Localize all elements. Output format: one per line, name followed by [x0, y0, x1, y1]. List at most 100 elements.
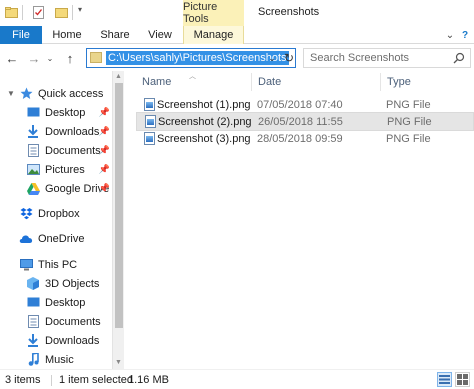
- arrow-up-icon[interactable]: ↑: [62, 49, 78, 67]
- desktop-icon: [26, 296, 40, 310]
- file-date: 26/05/2018 11:55: [258, 115, 343, 128]
- computer-icon: [19, 258, 33, 272]
- sidebar-item-pictures[interactable]: Pictures 📌: [0, 160, 112, 179]
- sidebar-item-desktop-pc[interactable]: Desktop: [0, 293, 112, 312]
- desktop-icon: [26, 106, 40, 120]
- documents-icon: [26, 315, 40, 329]
- tab-manage[interactable]: Manage: [183, 26, 244, 44]
- arrow-right-icon[interactable]: →: [26, 49, 42, 67]
- sidebar-item-this-pc[interactable]: This PC: [0, 255, 112, 274]
- tab-home[interactable]: Home: [46, 26, 88, 44]
- navigation-pane: ▼ Quick access Desktop 📌 Downloads 📌 Doc…: [0, 71, 124, 369]
- navigation-bar: ← → ⌄ ↑ C:\Users\sahly\Pictures\Screensh…: [0, 45, 474, 71]
- details-view-icon[interactable]: [437, 372, 452, 387]
- scroll-up-arrow-icon[interactable]: ▲: [115, 73, 122, 80]
- file-type: PNG File: [386, 132, 431, 145]
- sidebar-item-label: Downloads: [45, 334, 100, 347]
- help-icon[interactable]: ?: [460, 30, 470, 41]
- selection-size: 1.16 MB: [128, 374, 169, 386]
- sidebar-item-music[interactable]: Music: [0, 350, 112, 369]
- chevron-down-icon[interactable]: ⌄: [445, 30, 455, 41]
- file-name: Screenshot (3).png: [157, 132, 251, 145]
- sidebar-item-dropbox[interactable]: Dropbox: [0, 204, 112, 223]
- arrow-left-icon[interactable]: ←: [4, 49, 20, 67]
- sidebar-item-quick-access[interactable]: ▼ Quick access: [0, 84, 112, 103]
- pin-icon[interactable]: 📌: [99, 107, 110, 118]
- 3d-objects-icon: [26, 277, 40, 291]
- sidebar-item-label: Downloads: [45, 125, 100, 138]
- column-divider[interactable]: [380, 73, 381, 91]
- sidebar-item-label: OneDrive: [38, 232, 85, 245]
- sidebar-item-downloads[interactable]: Downloads 📌: [0, 122, 112, 141]
- png-file-icon: [144, 98, 155, 111]
- google-drive-icon: [26, 182, 40, 196]
- divider: [22, 5, 23, 20]
- sidebar-item-downloads-pc[interactable]: Downloads: [0, 331, 112, 350]
- chevron-down-icon[interactable]: ⌄: [265, 49, 279, 67]
- tab-share[interactable]: Share: [94, 26, 136, 44]
- music-icon: [26, 353, 40, 367]
- selection-status: 1 item selected: [59, 374, 133, 386]
- sidebar-item-label: Pictures: [45, 163, 85, 176]
- file-date: 07/05/2018 07:40: [257, 98, 343, 111]
- png-file-icon: [145, 115, 156, 128]
- pin-icon[interactable]: 📌: [99, 126, 110, 137]
- sidebar-item-label: Documents: [45, 144, 101, 157]
- sidebar-item-documents-pc[interactable]: Documents: [0, 312, 112, 331]
- file-name: Screenshot (2).png: [158, 115, 252, 128]
- tab-view[interactable]: View: [140, 26, 180, 44]
- sidebar-item-label: Dropbox: [38, 207, 80, 220]
- documents-icon: [26, 144, 40, 158]
- sidebar-item-label: This PC: [38, 258, 78, 271]
- search-icon[interactable]: [453, 52, 465, 64]
- refresh-icon[interactable]: ↻: [281, 49, 297, 67]
- divider: [72, 5, 73, 20]
- scroll-down-arrow-icon[interactable]: ▼: [115, 359, 122, 366]
- tab-file[interactable]: File: [0, 26, 42, 44]
- search-placeholder: Search Screenshots: [310, 52, 410, 64]
- png-file-icon: [144, 132, 155, 145]
- download-icon: [26, 334, 40, 348]
- properties-check-icon[interactable]: [32, 6, 45, 19]
- sidebar-item-documents[interactable]: Documents 📌: [0, 141, 112, 160]
- chevron-down-icon[interactable]: ⌄: [44, 49, 56, 67]
- folder-icon: [90, 52, 102, 63]
- file-type: PNG File: [386, 98, 431, 111]
- title-bar: ▾ Picture Tools Screenshots: [0, 0, 474, 26]
- column-header-date[interactable]: Date: [258, 71, 281, 93]
- sidebar-item-onedrive[interactable]: OneDrive: [0, 229, 112, 248]
- customize-dropdown-icon[interactable]: ▾: [78, 5, 82, 14]
- picture-tools-label: Picture Tools: [183, 0, 244, 26]
- sidebar-item-label: Music: [45, 353, 74, 366]
- file-type: PNG File: [387, 115, 432, 128]
- search-input[interactable]: Search Screenshots: [303, 48, 471, 68]
- star-icon: [19, 87, 33, 101]
- divider: [51, 375, 52, 386]
- sidebar-item-label: Documents: [45, 315, 101, 328]
- scrollbar-thumb[interactable]: [115, 83, 123, 328]
- onedrive-icon: [19, 232, 33, 246]
- column-header-name[interactable]: Name: [142, 71, 171, 93]
- dropbox-icon: [19, 207, 33, 221]
- column-header-type[interactable]: Type: [387, 71, 411, 93]
- ribbon-tabs: File Home Share View Manage: [0, 26, 474, 44]
- sidebar-item-label: Desktop: [45, 296, 86, 309]
- table-row[interactable]: Screenshot (3).png 28/05/2018 09:59 PNG …: [136, 129, 474, 148]
- pin-icon[interactable]: 📌: [99, 183, 110, 194]
- sidebar-item-desktop[interactable]: Desktop 📌: [0, 103, 112, 122]
- download-icon: [26, 125, 40, 139]
- sidebar-scrollbar[interactable]: ▲ ▼: [112, 71, 124, 369]
- new-folder-icon[interactable]: [55, 6, 68, 19]
- column-divider[interactable]: [251, 73, 252, 91]
- sidebar-item-label: Desktop: [45, 106, 86, 119]
- address-path[interactable]: C:\Users\sahly\Pictures\Screenshots: [106, 51, 289, 65]
- file-date: 28/05/2018 09:59: [257, 132, 343, 145]
- chevron-down-icon[interactable]: ▼: [7, 89, 15, 98]
- item-count: 3 items: [5, 374, 41, 386]
- pin-icon[interactable]: 📌: [99, 145, 110, 156]
- window-title: Screenshots: [258, 6, 320, 18]
- sidebar-item-3d-objects[interactable]: 3D Objects: [0, 274, 112, 293]
- sidebar-item-google-drive[interactable]: Google Drive 📌: [0, 179, 112, 198]
- pin-icon[interactable]: 📌: [99, 164, 110, 175]
- large-icons-view-icon[interactable]: [455, 372, 470, 387]
